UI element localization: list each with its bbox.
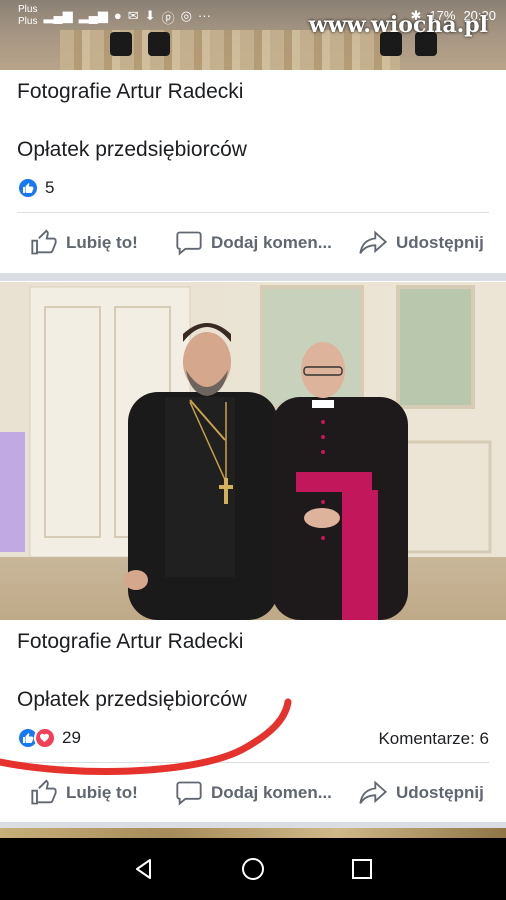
share-label: Udostępnij [396, 233, 484, 252]
like-button[interactable]: Lubię to! [30, 779, 138, 807]
post-source[interactable]: Fotografie Artur Radecki [17, 80, 243, 104]
like-label: Lubię to! [66, 783, 138, 802]
post-photo[interactable] [0, 282, 506, 620]
thumbs-up-icon [31, 229, 57, 255]
share-icon [359, 780, 388, 804]
post-title: Opłatek przedsiębiorców [17, 138, 247, 161]
photo-illustration [0, 282, 506, 620]
download-icon: ⬇ [144, 8, 156, 23]
divider [17, 212, 489, 213]
share-button[interactable]: Udostępnij [358, 779, 484, 807]
comment-icon [176, 781, 202, 806]
post-actions: Lubię to! Dodaj komen... Udostępnij [0, 768, 506, 818]
back-icon[interactable] [132, 857, 156, 881]
photo-shoe [110, 32, 132, 56]
share-icon [359, 230, 388, 254]
comment-label: Dodaj komen... [211, 783, 332, 802]
reactions-count: 29 [62, 728, 81, 747]
comment-button[interactable]: Dodaj komen... [175, 229, 332, 257]
carrier-1: Plus [18, 4, 38, 15]
signal-icon: ▂▄▆ [78, 8, 108, 23]
like-button[interactable]: Lubię to! [30, 229, 138, 257]
post-title: Opłatek przedsiębiorców [17, 688, 247, 711]
recents-icon[interactable] [350, 857, 374, 881]
comment-icon [176, 231, 202, 256]
gmail-icon: ✉ [127, 8, 139, 23]
photo-shoe [148, 32, 170, 56]
reactions-summary[interactable]: 5 [17, 177, 54, 199]
comments-count[interactable]: Komentarze: 6 [378, 729, 489, 749]
love-reaction-icon [34, 727, 56, 749]
like-label: Lubię to! [66, 233, 138, 252]
home-icon[interactable] [240, 856, 266, 882]
pinterest-icon: ⓟ [161, 11, 175, 26]
reactions-summary[interactable]: 29 [17, 727, 81, 749]
watermark: www.wiocha.pl [308, 12, 488, 38]
android-nav-bar [0, 838, 506, 900]
notification-icons: ▂▄▆ ▂▄▆ ● ✉ ⬇ ⓟ ◎ ··· [43, 8, 210, 27]
instagram-icon: ◎ [180, 8, 192, 23]
carrier-info: Plus Plus [18, 4, 37, 28]
messenger-icon: ● [113, 8, 122, 23]
post-source[interactable]: Fotografie Artur Radecki [17, 630, 243, 654]
divider [17, 762, 489, 763]
like-reaction-icon [17, 177, 39, 199]
thumbs-up-icon [31, 779, 57, 805]
share-label: Udostępnij [396, 783, 484, 802]
share-button[interactable]: Udostępnij [358, 229, 484, 257]
reactions-count: 5 [45, 178, 55, 197]
comment-button[interactable]: Dodaj komen... [175, 779, 332, 807]
carrier-2: Plus [18, 16, 38, 27]
signal-icon: ▂▄▆ [43, 8, 73, 23]
post-actions: Lubię to! Dodaj komen... Udostępnij [0, 218, 506, 268]
comment-label: Dodaj komen... [211, 233, 332, 252]
more-icon: ··· [197, 8, 211, 23]
feed-separator [0, 273, 506, 281]
next-post-photo[interactable] [0, 828, 506, 838]
